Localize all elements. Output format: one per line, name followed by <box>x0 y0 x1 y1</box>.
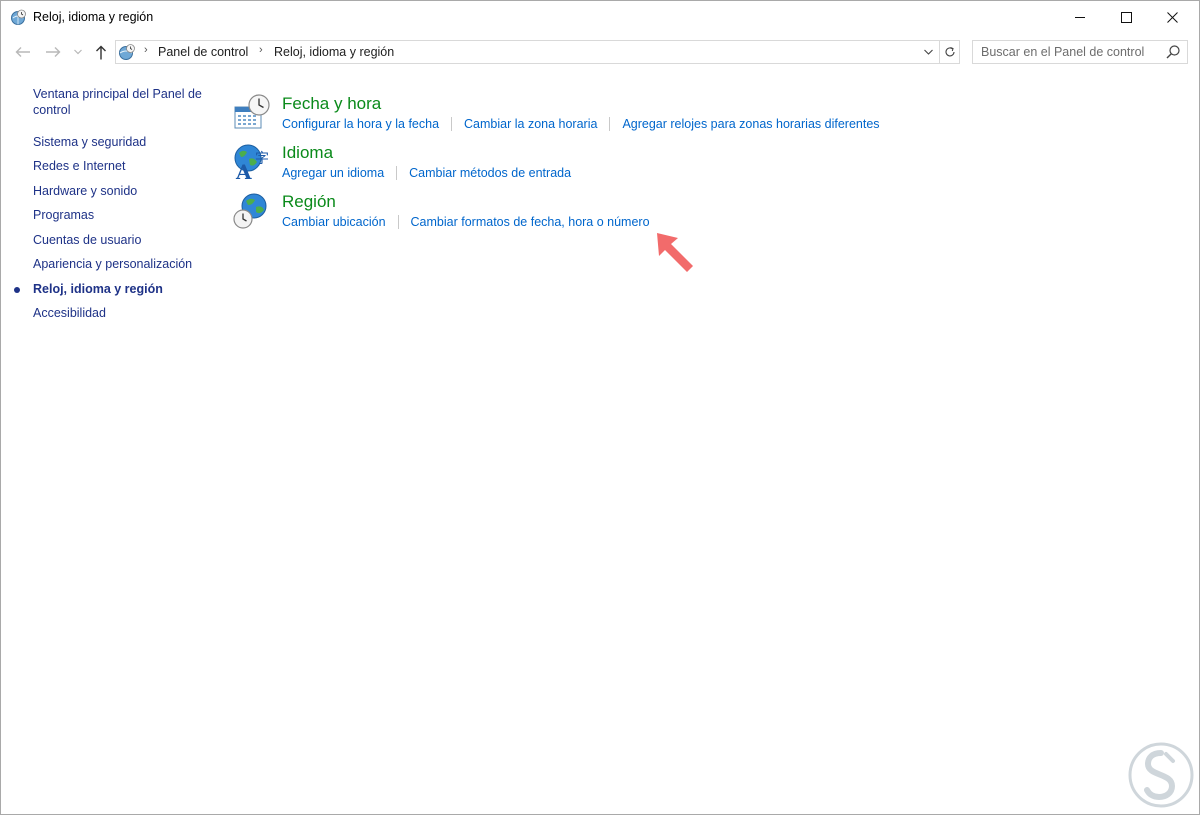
annotation-arrow-icon <box>657 233 693 272</box>
search-icon[interactable] <box>1165 44 1181 60</box>
sidebar-item-appearance[interactable]: Apariencia y personalización <box>33 257 192 271</box>
sidebar-item-user-accounts[interactable]: Cuentas de usuario <box>33 233 141 247</box>
close-icon <box>1166 12 1178 23</box>
forward-arrow-icon <box>46 47 61 57</box>
category-language: A 字 Idioma Agregar un idioma Cambiar mét… <box>233 143 933 191</box>
category-region: Región Cambiar ubicación Cambiar formato… <box>233 192 933 240</box>
sidebar-item-hardware-sound[interactable]: Hardware y sonido <box>33 184 137 198</box>
window-title: Reloj, idioma y región <box>33 10 154 24</box>
calendar-clock-icon[interactable] <box>233 94 271 132</box>
title-bar: Reloj, idioma y región <box>1 1 1199 34</box>
watermark-logo-icon <box>1128 742 1194 808</box>
sidebar-item-programs[interactable]: Programas <box>33 208 94 222</box>
breadcrumb-current[interactable]: Reloj, idioma y región <box>274 45 394 59</box>
link-change-time-zone[interactable]: Cambiar la zona horaria <box>464 117 597 131</box>
breadcrumb-separator-icon[interactable]: › <box>259 44 263 56</box>
breadcrumb-separator-icon[interactable]: › <box>144 44 148 56</box>
sidebar-item-accessibility[interactable]: Accesibilidad <box>33 306 106 320</box>
control-panel-window: Reloj, idioma y región › Panel de contro… <box>0 0 1200 815</box>
link-change-location[interactable]: Cambiar ubicación <box>282 215 386 229</box>
language-globe-icon[interactable]: A 字 <box>233 143 271 181</box>
link-separator <box>451 117 453 131</box>
address-dropdown-button[interactable] <box>919 41 937 63</box>
sidebar-item-system-security[interactable]: Sistema y seguridad <box>33 135 146 149</box>
recent-locations-button[interactable] <box>71 39 85 65</box>
refresh-button[interactable] <box>939 41 960 63</box>
category-title-language[interactable]: Idioma <box>282 143 333 163</box>
link-add-clocks[interactable]: Agregar relojes para zonas horarias dife… <box>622 117 879 131</box>
chevron-down-icon <box>923 49 933 55</box>
clock-globe-app-icon <box>11 9 26 25</box>
refresh-icon <box>945 46 955 57</box>
link-change-input-methods[interactable]: Cambiar métodos de entrada <box>409 166 571 180</box>
chevron-down-icon <box>74 49 82 55</box>
back-button[interactable] <box>12 39 34 65</box>
category-date-time: Fecha y hora Configurar la hora y la fec… <box>233 94 933 142</box>
region-globe-icon[interactable] <box>233 192 271 230</box>
forward-button[interactable] <box>42 39 64 65</box>
link-set-time-date[interactable]: Configurar la hora y la fecha <box>282 117 439 131</box>
maximize-button[interactable] <box>1103 1 1149 34</box>
link-separator <box>396 166 398 180</box>
language-links: Agregar un idioma Cambiar métodos de ent… <box>282 166 571 180</box>
clock-globe-icon <box>119 44 135 60</box>
link-change-date-time-number-formats[interactable]: Cambiar formatos de fecha, hora o número <box>411 215 650 229</box>
svg-text:字: 字 <box>255 151 269 167</box>
sidebar-item-home[interactable]: Ventana principal del Panel de control <box>33 86 213 118</box>
close-button[interactable] <box>1149 1 1195 34</box>
search-box[interactable] <box>972 40 1188 64</box>
current-item-bullet <box>14 287 20 293</box>
back-arrow-icon <box>15 47 30 57</box>
minimize-icon <box>1074 17 1085 18</box>
breadcrumb-control-panel[interactable]: Panel de control <box>158 45 248 59</box>
link-separator <box>609 117 611 131</box>
category-title-date-time[interactable]: Fecha y hora <box>282 94 381 114</box>
region-links: Cambiar ubicación Cambiar formatos de fe… <box>282 215 650 229</box>
link-separator <box>397 215 399 229</box>
up-arrow-icon <box>96 45 106 59</box>
up-button[interactable] <box>90 39 112 65</box>
sidebar-item-network-internet[interactable]: Redes e Internet <box>33 159 125 173</box>
date-time-links: Configurar la hora y la fecha Cambiar la… <box>282 117 880 131</box>
search-input[interactable] <box>973 41 1167 63</box>
category-title-region[interactable]: Región <box>282 192 336 212</box>
link-add-language[interactable]: Agregar un idioma <box>282 166 384 180</box>
sidebar-item-clock-language-region[interactable]: Reloj, idioma y región <box>33 282 163 296</box>
maximize-icon <box>1120 12 1132 23</box>
navigation-bar: › Panel de control › Reloj, idioma y reg… <box>1 39 1199 65</box>
address-bar[interactable]: › Panel de control › Reloj, idioma y reg… <box>115 40 960 64</box>
svg-text:A: A <box>235 160 252 181</box>
minimize-button[interactable] <box>1057 1 1103 34</box>
